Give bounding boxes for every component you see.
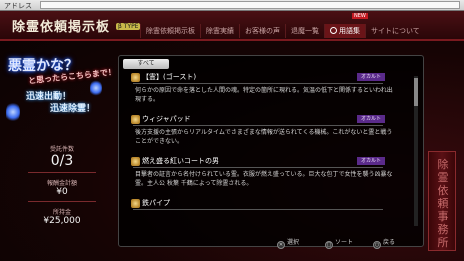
office-sign: 除霊依頼事務所 — [428, 151, 456, 251]
reward-total-label: 報酬金計額 — [46, 180, 77, 187]
nav-item-glossary[interactable]: 用語集 — [324, 24, 365, 38]
nav-item-about[interactable]: サイトについて — [365, 24, 425, 38]
list-item[interactable]: ウィジャパッド オカルト 後方支援の主張からリアルタイムでさまざまな情報が送られ… — [125, 114, 415, 152]
control-back-label: 戻る — [383, 239, 396, 246]
new-badge: NEW — [352, 13, 368, 19]
money-value: ¥25,000 — [43, 216, 81, 226]
control-select[interactable]: ✕ 選択 — [277, 237, 299, 249]
list-item[interactable]: 燃え盛る紅いコートの男 オカルト 目撃者の証言から名付けられている霊。衣服が燃え… — [125, 156, 415, 194]
entry-icon — [131, 73, 140, 82]
money-label: 所持金 — [52, 209, 71, 216]
entry-icon — [131, 157, 140, 166]
glossary-list: 【霊】(ゴースト) オカルト 何らかの原因で命を落とした人間の魂。特定の箇所に現… — [125, 72, 415, 232]
divider — [133, 209, 383, 210]
button-guide: ✕ 選択 □ ソート ○ 戻る — [119, 236, 425, 249]
glossary-icon — [330, 27, 337, 34]
square-button-icon: □ — [325, 241, 333, 249]
entry-description: 後方支援の主張からリアルタイムでさまざまな情報が送られてくる機械。これがないと霊… — [135, 129, 393, 145]
address-bar: アドレス — [0, 0, 464, 11]
site-title[interactable]: 除霊依頼掲示板 — [12, 16, 110, 35]
category-tag: オカルト — [357, 157, 385, 165]
entry-description: 目撃者の証言から名付けられている霊。衣服が燃え盛っている。巨大な包丁で女性を襲う… — [135, 171, 393, 187]
divider — [28, 172, 96, 173]
main-nav: 除霊依頼掲示板 除霊実績 お客様の声 退魔一覧 用語集 サイトについて — [140, 24, 425, 38]
list-item[interactable]: 【霊】(ゴースト) オカルト 何らかの原因で命を落とした人間の魂。特定の箇所に現… — [125, 72, 415, 110]
reward-total-value: ¥0 — [56, 187, 68, 197]
accepted-count-label: 受託件数 — [49, 146, 74, 153]
control-back[interactable]: ○ 戻る — [373, 237, 395, 249]
tab-all[interactable]: すべて — [123, 59, 169, 69]
app-window: 除霊依頼掲示板 β TYPE 除霊依頼掲示板 除霊実績 お客様の声 退魔一覧 用… — [0, 11, 464, 261]
scrollbar-thumb[interactable] — [414, 78, 418, 106]
scrollbar[interactable] — [414, 76, 418, 226]
entry-title: 鉄パイプ — [142, 199, 170, 207]
entry-header: ウィジャパッド オカルト — [125, 114, 385, 125]
entry-title: 燃え盛る紅いコートの男 — [142, 157, 219, 165]
address-input[interactable] — [40, 1, 460, 9]
entry-title: 【霊】(ゴースト) — [142, 73, 197, 81]
entry-header: 【霊】(ゴースト) オカルト — [125, 72, 385, 83]
control-sort-label: ソート — [335, 239, 354, 246]
control-sort[interactable]: □ ソート — [325, 237, 353, 249]
divider — [133, 125, 383, 126]
nav-item-results[interactable]: 除霊実績 — [200, 24, 239, 38]
nav-item-testimonials[interactable]: お客様の声 — [239, 24, 285, 38]
entry-icon — [131, 115, 140, 124]
control-select-label: 選択 — [287, 239, 300, 246]
circle-button-icon: ○ — [373, 241, 381, 249]
glossary-panel: すべて 【霊】(ゴースト) オカルト 何らかの原因で命を落とした人間の魂。特定の… — [118, 55, 425, 249]
nav-item-request-board[interactable]: 除霊依頼掲示板 — [140, 24, 200, 38]
beta-badge: β TYPE — [116, 23, 141, 30]
divider — [28, 201, 96, 202]
divider — [133, 167, 383, 168]
entry-description: 何らかの原因で命を落とした人間の魂。特定の箇所に現れる。気温の低下と関係するとい… — [135, 87, 393, 103]
ghost-wisp-icon — [90, 79, 102, 97]
nav-item-glossary-label: 用語集 — [339, 27, 360, 35]
category-tag: オカルト — [357, 73, 385, 81]
promo-exorcism: 迅速除霊！ — [50, 104, 96, 114]
divider — [133, 83, 383, 84]
category-tag: オカルト — [357, 115, 385, 123]
cross-button-icon: ✕ — [277, 241, 285, 249]
ghost-wisp-icon — [6, 101, 20, 123]
address-label: アドレス — [4, 2, 32, 10]
promo-banner: 悪霊かな？ と思ったらこちらまで！ 迅速出動！ 迅速除霊！ — [6, 55, 116, 135]
nav-item-exorcism-list[interactable]: 退魔一覧 — [285, 24, 324, 38]
site-header: 除霊依頼掲示板 β TYPE 除霊依頼掲示板 除霊実績 お客様の声 退魔一覧 用… — [0, 11, 464, 41]
accepted-count-value: 0/3 — [50, 153, 74, 169]
office-sign-text: 除霊依頼事務所 — [437, 158, 449, 249]
stats-panel: 受託件数 0/3 報酬金計額 ¥0 所持金 ¥25,000 — [22, 144, 102, 256]
list-item[interactable]: 鉄パイプ — [125, 198, 415, 220]
entry-header: 燃え盛る紅いコートの男 オカルト — [125, 156, 385, 167]
entry-header: 鉄パイプ — [125, 198, 369, 209]
entry-icon — [131, 199, 140, 208]
entry-title: ウィジャパッド — [142, 115, 191, 123]
